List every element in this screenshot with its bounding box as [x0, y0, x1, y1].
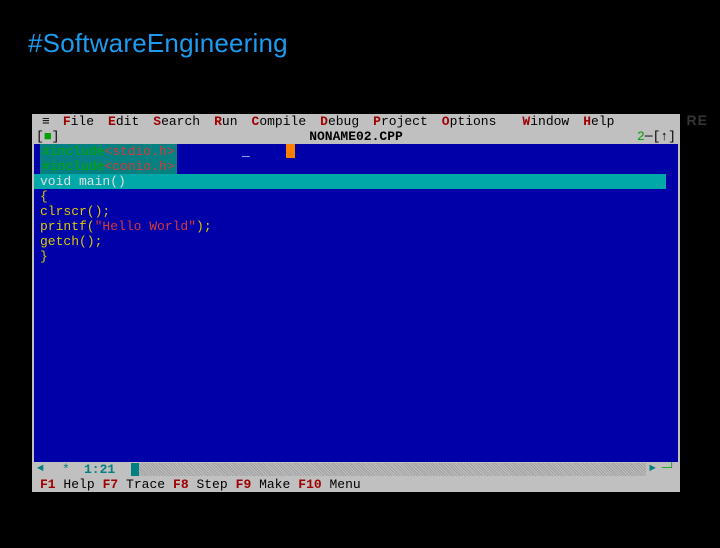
cursor-position: 1:21	[80, 462, 119, 477]
scroll-right-icon[interactable]: ►	[646, 462, 659, 477]
help-f8[interactable]: F8 Step	[169, 477, 232, 492]
code-line: }	[40, 249, 672, 264]
h-scroll-thumb[interactable]	[131, 463, 139, 476]
code-line: clrscr();	[40, 204, 672, 219]
code-line: #include<conio.h>	[40, 159, 177, 174]
help-bar: F1 Help F7 Trace F8 Step F9 Make F10 Men…	[32, 477, 680, 492]
menu-bar: ≡ File Edit Search Run Compile Debug Pro…	[32, 114, 680, 129]
watermark: RE	[687, 112, 708, 128]
menu-options[interactable]: Options	[435, 114, 504, 129]
window-close-button[interactable]: [■]	[36, 129, 59, 144]
resize-corner-icon[interactable]: ─┘	[659, 462, 678, 477]
underscore-mark: _	[242, 144, 250, 159]
editor-status-row: ◄ * 1:21 ► ─┘	[32, 462, 680, 477]
scroll-left-icon[interactable]: ◄	[34, 462, 47, 477]
ide-window: ≡ File Edit Search Run Compile Debug Pro…	[32, 114, 680, 492]
code-line: {	[40, 189, 672, 204]
menu-window[interactable]: Window	[515, 114, 576, 129]
help-f9[interactable]: F9 Make	[232, 477, 295, 492]
menu-run[interactable]: Run	[207, 114, 244, 129]
menu-debug[interactable]: Debug	[313, 114, 366, 129]
menu-file[interactable]: File	[56, 114, 101, 129]
h-scrollbar[interactable]	[131, 463, 647, 476]
modified-star: *	[60, 462, 72, 477]
hashtag-text[interactable]: #SoftwareEngineering	[28, 28, 288, 59]
menu-search[interactable]: Search	[146, 114, 207, 129]
help-f1[interactable]: F1 Help	[36, 477, 99, 492]
help-f10[interactable]: F10 Menu	[294, 477, 364, 492]
code-line-selected: void main()	[34, 174, 666, 189]
code-line: #include<stdio.h>	[40, 144, 177, 159]
system-menu-icon[interactable]: ≡	[36, 114, 56, 129]
menu-edit[interactable]: Edit	[101, 114, 146, 129]
text-cursor	[286, 144, 295, 158]
code-editor[interactable]: _ #include<stdio.h> #include<conio.h> vo…	[32, 144, 680, 462]
help-f7[interactable]: F7 Trace	[99, 477, 169, 492]
menu-help[interactable]: Help	[576, 114, 621, 129]
code-line: printf("Hello World");	[40, 219, 672, 234]
menu-compile[interactable]: Compile	[245, 114, 314, 129]
editor-titlebar: [■] NONAME02.CPP 2─[↑]	[32, 129, 680, 144]
menu-project[interactable]: Project	[366, 114, 435, 129]
code-line: getch();	[40, 234, 672, 249]
window-number: 2─[↑]	[637, 129, 676, 144]
editor-filename: NONAME02.CPP	[309, 129, 403, 144]
